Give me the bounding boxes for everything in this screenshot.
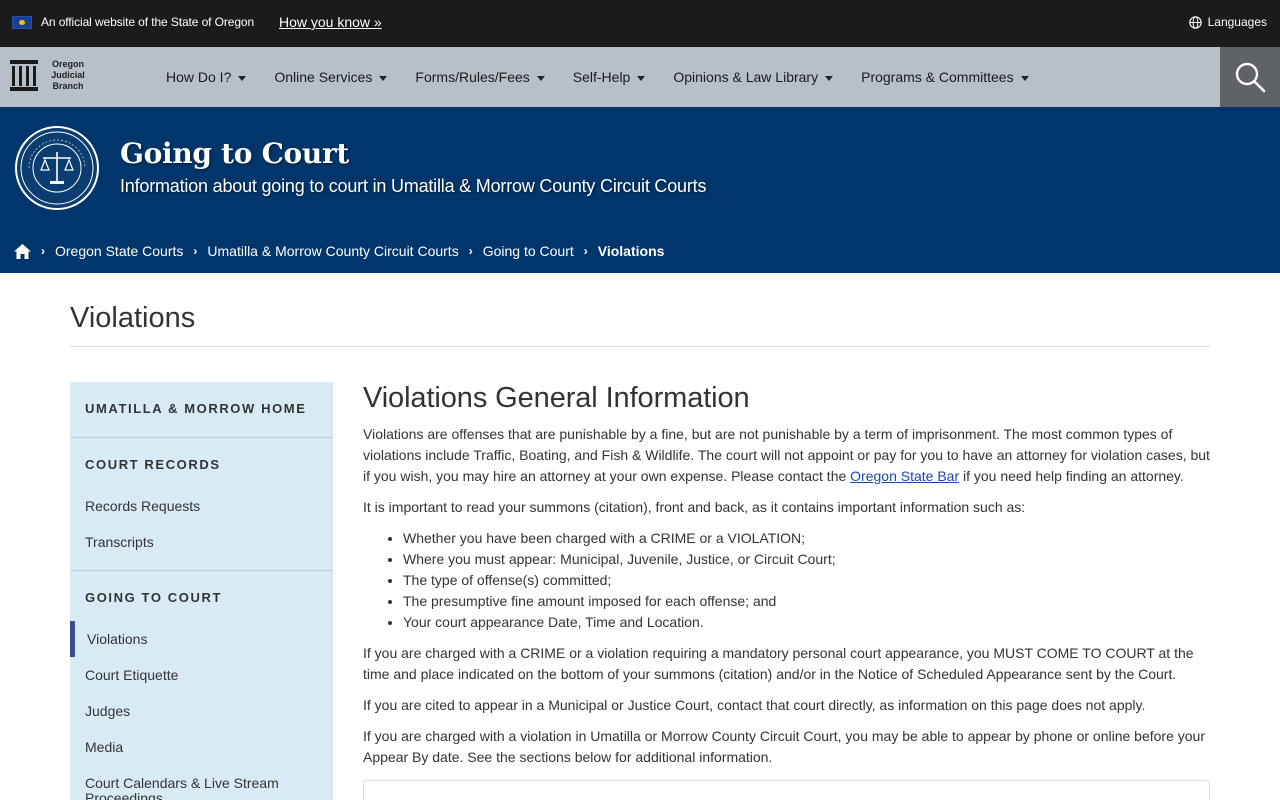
sidebar-item-records-requests[interactable]: Records Requests: [85, 498, 200, 514]
oregon-flag-icon: [12, 16, 32, 29]
gov-banner-text: An official website of the State of Oreg…: [41, 15, 255, 29]
chevron-right-icon: ›: [468, 244, 473, 258]
nav-menu: How Do I? Online Services Forms/Rules/Fe…: [152, 47, 1043, 107]
sidebar-divider: [70, 437, 333, 438]
paragraph-municipal: If you are cited to appear in a Municipa…: [363, 697, 1146, 713]
nav-how-do-i[interactable]: How Do I?: [152, 69, 260, 85]
main-nav: Oregon Judicial Branch How Do I? Online …: [0, 47, 1280, 107]
chevron-right-icon: ›: [583, 244, 588, 258]
breadcrumb-going-to-court[interactable]: Going to Court: [483, 243, 574, 259]
how-you-know-link[interactable]: How you know »: [279, 14, 382, 30]
sidebar-heading-court-records: COURT RECORDS: [85, 457, 221, 472]
globe-icon: [1188, 15, 1202, 29]
breadcrumb: › Oregon State Courts › Umatilla & Morro…: [14, 243, 664, 259]
languages-label: Languages: [1207, 15, 1267, 29]
list-item: Where you must appear: Municipal, Juveni…: [403, 549, 1213, 570]
courthouse-icon: [10, 60, 38, 91]
sidebar-item-violations[interactable]: Violations: [87, 631, 147, 647]
breadcrumb-oregon-state-courts[interactable]: Oregon State Courts: [55, 243, 183, 259]
summons-info-list: Whether you have been charged with a CRI…: [403, 528, 1213, 633]
hero-subtitle: Information about going to court in Umat…: [120, 176, 707, 196]
paragraph-crime: If you are charged with a CRIME or a vio…: [363, 645, 1194, 682]
sidebar-divider: [70, 570, 333, 571]
sidebar-item-transcripts[interactable]: Transcripts: [85, 534, 154, 550]
paragraph-appear-by: If you are charged with a violation in U…: [363, 728, 1205, 765]
accordion-panel[interactable]: [363, 780, 1210, 800]
sidebar-heading-going-to-court: GOING TO COURT: [85, 590, 222, 605]
home-icon[interactable]: [14, 243, 31, 259]
active-indicator: [70, 621, 75, 657]
paragraph-summons: It is important to read your summons (ci…: [363, 499, 1026, 515]
search-icon: [1235, 62, 1266, 93]
sidebar-item-court-calendars[interactable]: Court Calendars & Live Stream: [85, 775, 279, 791]
hero-banner: Going to Court Information about going t…: [0, 107, 1280, 273]
caret-down-icon: [238, 75, 247, 81]
judicial-department-seal-icon: [15, 126, 99, 210]
nav-online-services[interactable]: Online Services: [260, 69, 401, 85]
page-title: Violations: [70, 302, 196, 334]
nav-opinions-law-library[interactable]: Opinions & Law Library: [659, 69, 847, 85]
gov-banner: An official website of the State of Oreg…: [0, 0, 1280, 47]
list-item: Your court appearance Date, Time and Loc…: [403, 612, 1213, 633]
search-button[interactable]: [1220, 47, 1280, 107]
nav-forms-rules-fees[interactable]: Forms/Rules/Fees: [401, 69, 558, 85]
languages-button[interactable]: Languages: [1188, 15, 1267, 29]
paragraph-intro: Violations are offenses that are punisha…: [363, 426, 1210, 484]
nav-self-help[interactable]: Self-Help: [559, 69, 660, 85]
caret-down-icon: [637, 75, 646, 81]
chevron-right-icon: ›: [41, 244, 45, 258]
caret-down-icon: [1020, 75, 1029, 81]
sidebar-item-court-calendars-cont[interactable]: Proceedings: [85, 790, 163, 800]
caret-down-icon: [825, 75, 834, 81]
content-heading: Violations General Information: [363, 382, 750, 414]
title-divider: [70, 346, 1210, 347]
sidebar-item-court-etiquette[interactable]: Court Etiquette: [85, 667, 178, 683]
list-item: The type of offense(s) committed;: [403, 570, 1213, 591]
sidebar-item-judges[interactable]: Judges: [85, 703, 130, 719]
list-item: Whether you have been charged with a CRI…: [403, 528, 1213, 549]
brand-logo[interactable]: Oregon Judicial Branch: [9, 58, 90, 92]
brand-name: Oregon Judicial Branch: [51, 58, 85, 91]
list-item: The presumptive fine amount imposed for …: [403, 591, 1213, 612]
sidebar-home-link[interactable]: UMATILLA & MORROW HOME: [85, 401, 307, 416]
caret-down-icon: [536, 75, 545, 81]
caret-down-icon: [379, 75, 388, 81]
nav-programs-committees[interactable]: Programs & Committees: [847, 69, 1042, 85]
breadcrumb-umatilla-morrow[interactable]: Umatilla & Morrow County Circuit Courts: [207, 243, 458, 259]
chevron-right-icon: ›: [193, 244, 198, 258]
oregon-state-bar-link[interactable]: Oregon State Bar: [850, 468, 959, 484]
main-content: Violations General Information Violation…: [363, 382, 1213, 778]
hero-title: Going to Court: [120, 137, 350, 170]
sidebar-item-media[interactable]: Media: [85, 739, 123, 755]
breadcrumb-current: Violations: [597, 243, 665, 259]
sidebar-nav: UMATILLA & MORROW HOME COURT RECORDS Rec…: [70, 382, 333, 800]
